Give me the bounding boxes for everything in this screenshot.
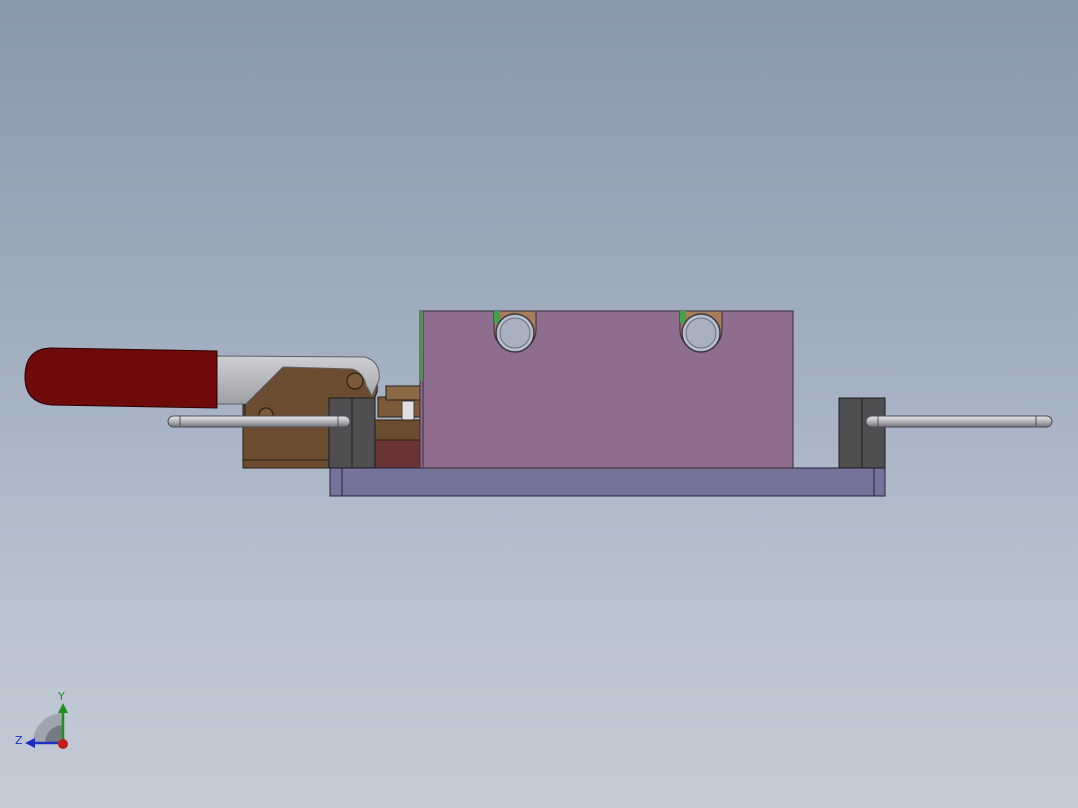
support-block-right[interactable] bbox=[838, 397, 886, 469]
clamp-spindle-end bbox=[385, 385, 423, 401]
support-block-left[interactable] bbox=[328, 397, 376, 469]
base-plate[interactable] bbox=[329, 467, 886, 497]
cad-viewport[interactable]: Y Z bbox=[0, 0, 1078, 808]
mold-block[interactable] bbox=[419, 310, 794, 469]
reference-triad: Y Z bbox=[15, 690, 68, 749]
clamp-pad-top bbox=[374, 419, 424, 441]
guide-rod-left[interactable] bbox=[167, 415, 351, 428]
tube-slot-2 bbox=[679, 310, 723, 353]
triad-y-arrow bbox=[58, 703, 68, 713]
guide-rod-right[interactable] bbox=[865, 415, 1053, 428]
triad-z-label: Z bbox=[15, 734, 23, 747]
triad-z-arrow bbox=[25, 738, 35, 748]
clamp-handle-grip[interactable] bbox=[24, 347, 218, 409]
clamp-pad bbox=[374, 439, 424, 469]
tube-slot-1 bbox=[493, 310, 537, 353]
triad-y-label: Y bbox=[57, 690, 65, 703]
triad-x-dot bbox=[58, 739, 68, 749]
cad-scene[interactable]: Y Z bbox=[0, 0, 1078, 808]
clamp-pivot-upper bbox=[346, 372, 364, 390]
